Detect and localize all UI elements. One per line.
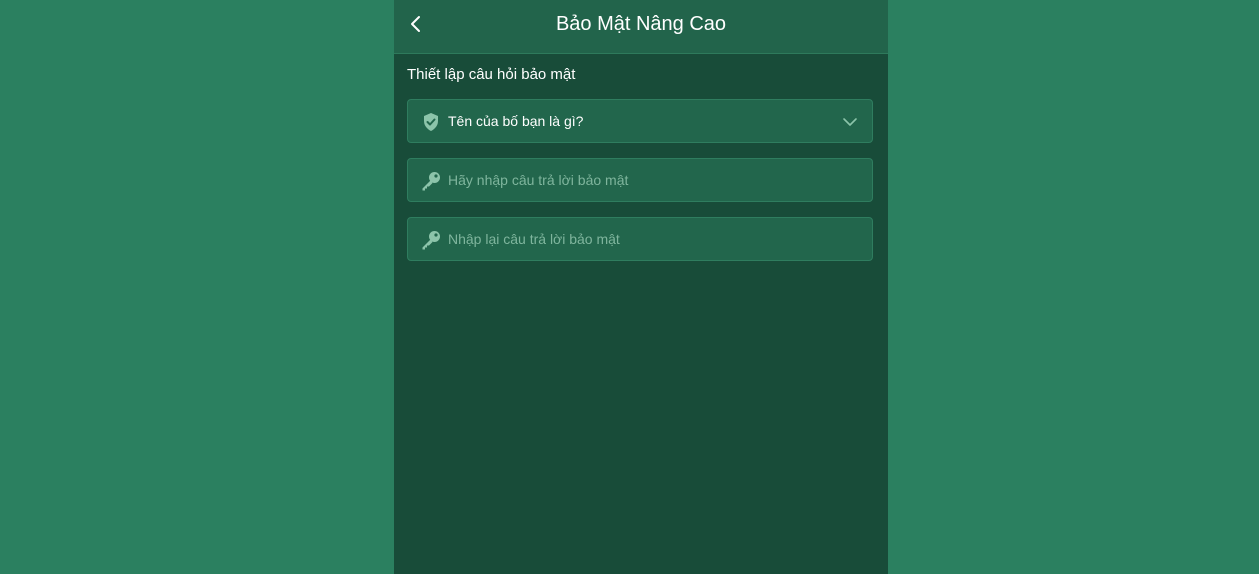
- confirm-answer-input[interactable]: Nhập lại câu trả lời bảo mật: [407, 217, 873, 261]
- shield-check-icon: [420, 111, 442, 133]
- security-answer-input[interactable]: Hãy nhập câu trả lời bảo mật: [407, 158, 873, 202]
- answer-placeholder: Hãy nhập câu trả lời bảo mật: [448, 172, 629, 188]
- security-question-select[interactable]: Tên của bố bạn là gì?: [407, 99, 873, 143]
- chevron-down-icon: [842, 114, 858, 130]
- section-label: Thiết lập câu hỏi bảo mật: [407, 66, 576, 83]
- key-icon: [420, 229, 442, 251]
- confirm-placeholder: Nhập lại câu trả lời bảo mật: [448, 231, 620, 247]
- app-panel: Bảo Mật Nâng Cao Thiết lập câu hỏi bảo m…: [394, 0, 888, 574]
- key-icon: [420, 170, 442, 192]
- page-title: Bảo Mật Nâng Cao: [555, 13, 727, 35]
- selected-question: Tên của bố bạn là gì?: [448, 113, 584, 129]
- header-bar: Bảo Mật Nâng Cao: [394, 0, 888, 54]
